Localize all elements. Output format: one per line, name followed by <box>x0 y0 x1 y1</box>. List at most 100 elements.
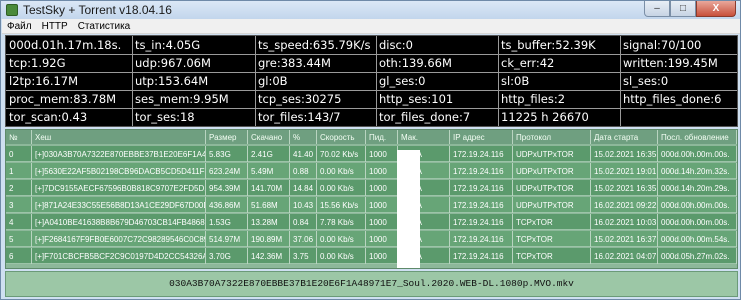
stat-cell: tcp:1.92G <box>9 56 66 70</box>
stat-cell: ts_speed:635.79K/s <box>258 38 371 52</box>
column-header[interactable]: IP адрес <box>450 130 513 144</box>
stat-cell <box>620 108 737 126</box>
table-cell: 0.84 <box>290 214 317 230</box>
table-cell: [+]030A3B70A7322E870EBBE37B1E20E6F1A4897 <box>32 146 206 162</box>
table-cell: 16.02.2021 10:03:12 <box>591 214 658 230</box>
stats-panel: 000d.01h.17m.18s. ts_in:4.05G ts_speed:635… <box>5 35 738 127</box>
table-cell: 15.02.2021 16:35:36 <box>591 180 658 196</box>
table-cell: 16.02.2021 09:22:51 <box>591 197 658 213</box>
minimize-button[interactable]: – <box>644 1 670 17</box>
table-cell: 141.70M <box>248 180 290 196</box>
table-cell: [+]5630E22AF5B02198CB96DACB5CD5D411F5B9 <box>32 163 206 179</box>
table-row[interactable]: 5 [+]F2684167F9FB0E6007C72C98289546C0C89C… <box>6 231 737 247</box>
table-cell: [+]7DC9155AECF67596B0B818C9707E2FD5D19A <box>32 180 206 196</box>
table-cell: 3.75 <box>290 248 317 264</box>
maximize-button[interactable]: □ <box>670 1 696 17</box>
table-row[interactable]: 6 [+]F701CBCFB5BCF2C9C0197D4D2CC54326A84B… <box>6 248 737 264</box>
table-cell: 190.89M <box>248 231 290 247</box>
column-header[interactable]: № <box>6 130 32 144</box>
column-header[interactable]: Скачано <box>248 130 290 144</box>
stat-cell: written:199.45M <box>623 56 718 70</box>
table-cell: [+]871A24E33C55E56B8D13A1CE29DF67D00DA8 <box>32 197 206 213</box>
table-cell: 1 <box>6 163 32 179</box>
title-bar: TestSky + Torrent v18.04.16 – □ X <box>1 1 740 19</box>
column-header[interactable]: % <box>290 130 317 144</box>
column-header[interactable]: Посл. обновление <box>658 130 737 144</box>
table-cell: 000d.00h.00m.00s. <box>658 214 737 230</box>
status-bar: 030A3B70A7322E870EBBE37B1E20E6F1A48971E7… <box>5 271 738 297</box>
table-cell: 0 <box>6 146 32 162</box>
table-cell: 4 <box>6 214 32 230</box>
table-cell: 1000 <box>366 248 398 264</box>
stat-cell: disc:0 <box>379 38 414 52</box>
table-cell: 000d.00h.00m.54s. <box>658 231 737 247</box>
menu-http[interactable]: HTTP <box>37 21 73 32</box>
stat-cell: gl_ses:0 <box>379 74 426 88</box>
table-cell: 000d.00h.00m.00s. <box>658 146 737 162</box>
column-header[interactable]: Скорость <box>317 130 366 144</box>
table-cell: 15.02.2021 16:37:03 <box>591 231 658 247</box>
table-cell: 172.19.24.116 <box>450 163 513 179</box>
table-cell: 1000 <box>366 180 398 196</box>
column-header[interactable]: Протокол <box>513 130 591 144</box>
table-cell: 172.19.24.116 <box>450 231 513 247</box>
table-cell: [+]A0410BE41638B8B679D46703CB14FB4868BE <box>32 214 206 230</box>
stat-cell: utp:153.64M <box>135 74 209 88</box>
table-cell: 3.70G <box>206 248 248 264</box>
stat-cell: 11225 h 26670 <box>501 110 589 124</box>
table-cell: 13.28M <box>248 214 290 230</box>
table-cell: 172.19.24.116 <box>450 248 513 264</box>
table-row[interactable]: 3 [+]871A24E33C55E56B8D13A1CE29DF67D00DA8… <box>6 197 737 213</box>
table-cell: 436.86M <box>206 197 248 213</box>
window-title: TestSky + Torrent v18.04.16 <box>23 3 172 17</box>
window-controls: – □ X <box>644 1 736 17</box>
column-header[interactable]: Размер <box>206 130 248 144</box>
menu-statistics[interactable]: Статистика <box>73 21 136 32</box>
table-cell: 37.06 <box>290 231 317 247</box>
menu-file[interactable]: Файл <box>2 21 37 32</box>
table-cell: 000d.14h.20m.29s. <box>658 180 737 196</box>
table-cell: 16.02.2021 04:07:15 <box>591 248 658 264</box>
table-cell: 15.02.2021 19:01:47 <box>591 163 658 179</box>
table-cell: 514.97M <box>206 231 248 247</box>
table-cell: 172.19.24.116 <box>450 180 513 196</box>
table-cell: 6 <box>6 248 32 264</box>
table-row[interactable]: 4 [+]A0410BE41638B8B679D46703CB14FB4868BE… <box>6 214 737 230</box>
table-cell: 2 <box>6 180 32 196</box>
table-cell: 10.43 <box>290 197 317 213</box>
table-cell: 15.02.2021 16:35:56 <box>591 146 658 162</box>
table-cell: UDPxUTPxTOR <box>513 163 591 179</box>
table-cell: TCPxTOR <box>513 214 591 230</box>
column-header[interactable]: Мак. <box>398 130 450 144</box>
stat-cell: http_files_done:6 <box>623 92 722 106</box>
table-cell: [+]F701CBCFB5BCF2C9C0197D4D2CC54326A84B <box>32 248 206 264</box>
table-cell: 000d.05h.27m.02s. <box>658 248 737 264</box>
app-icon <box>6 4 18 16</box>
stat-cell: ts_buffer:52.39K <box>501 38 596 52</box>
column-header[interactable]: Пид. <box>366 130 398 144</box>
stat-cell: ck_err:42 <box>501 56 555 70</box>
torrent-table: № Хеш Размер Скачано% Скорость Пид. Мак. IP адр… <box>5 129 738 269</box>
stat-cell: tcp_ses:30275 <box>258 92 342 106</box>
stat-cell: 000d.01h.17m.18s. <box>9 38 122 52</box>
table-cell: 7.78 Kb/s <box>317 214 366 230</box>
column-header[interactable]: Дата старта <box>591 130 658 144</box>
stat-cell: tor_files_done:7 <box>379 110 471 124</box>
table-cell: 5 <box>6 231 32 247</box>
table-cell: 623.24M <box>206 163 248 179</box>
table-cell: 142.36M <box>248 248 290 264</box>
table-cell: 172.19.24.116 <box>450 197 513 213</box>
stat-cell: oth:139.66M <box>379 56 452 70</box>
column-header[interactable]: Хеш <box>32 130 206 144</box>
table-cell: 1000 <box>366 146 398 162</box>
table-cell: [+]F2684167F9FB0E6007C72C98289546C0C89CF <box>32 231 206 247</box>
table-row[interactable]: 2 [+]7DC9155AECF67596B0B818C9707E2FD5D19A… <box>6 180 737 196</box>
close-button[interactable]: X <box>696 1 736 17</box>
table-row[interactable]: 0 [+]030A3B70A7322E870EBBE37B1E20E6F1A489… <box>6 146 737 162</box>
table-row[interactable]: 1 [+]5630E22AF5B02198CB96DACB5CD5D411F5B9… <box>6 163 737 179</box>
table-cell: 1000 <box>366 197 398 213</box>
table-cell: 954.39M <box>206 180 248 196</box>
table-cell: TCPxTOR <box>513 231 591 247</box>
status-filename: 030A3B70A7322E870EBBE37B1E20E6F1A48971E7… <box>169 278 574 289</box>
table-cell: 2.41G <box>248 146 290 162</box>
